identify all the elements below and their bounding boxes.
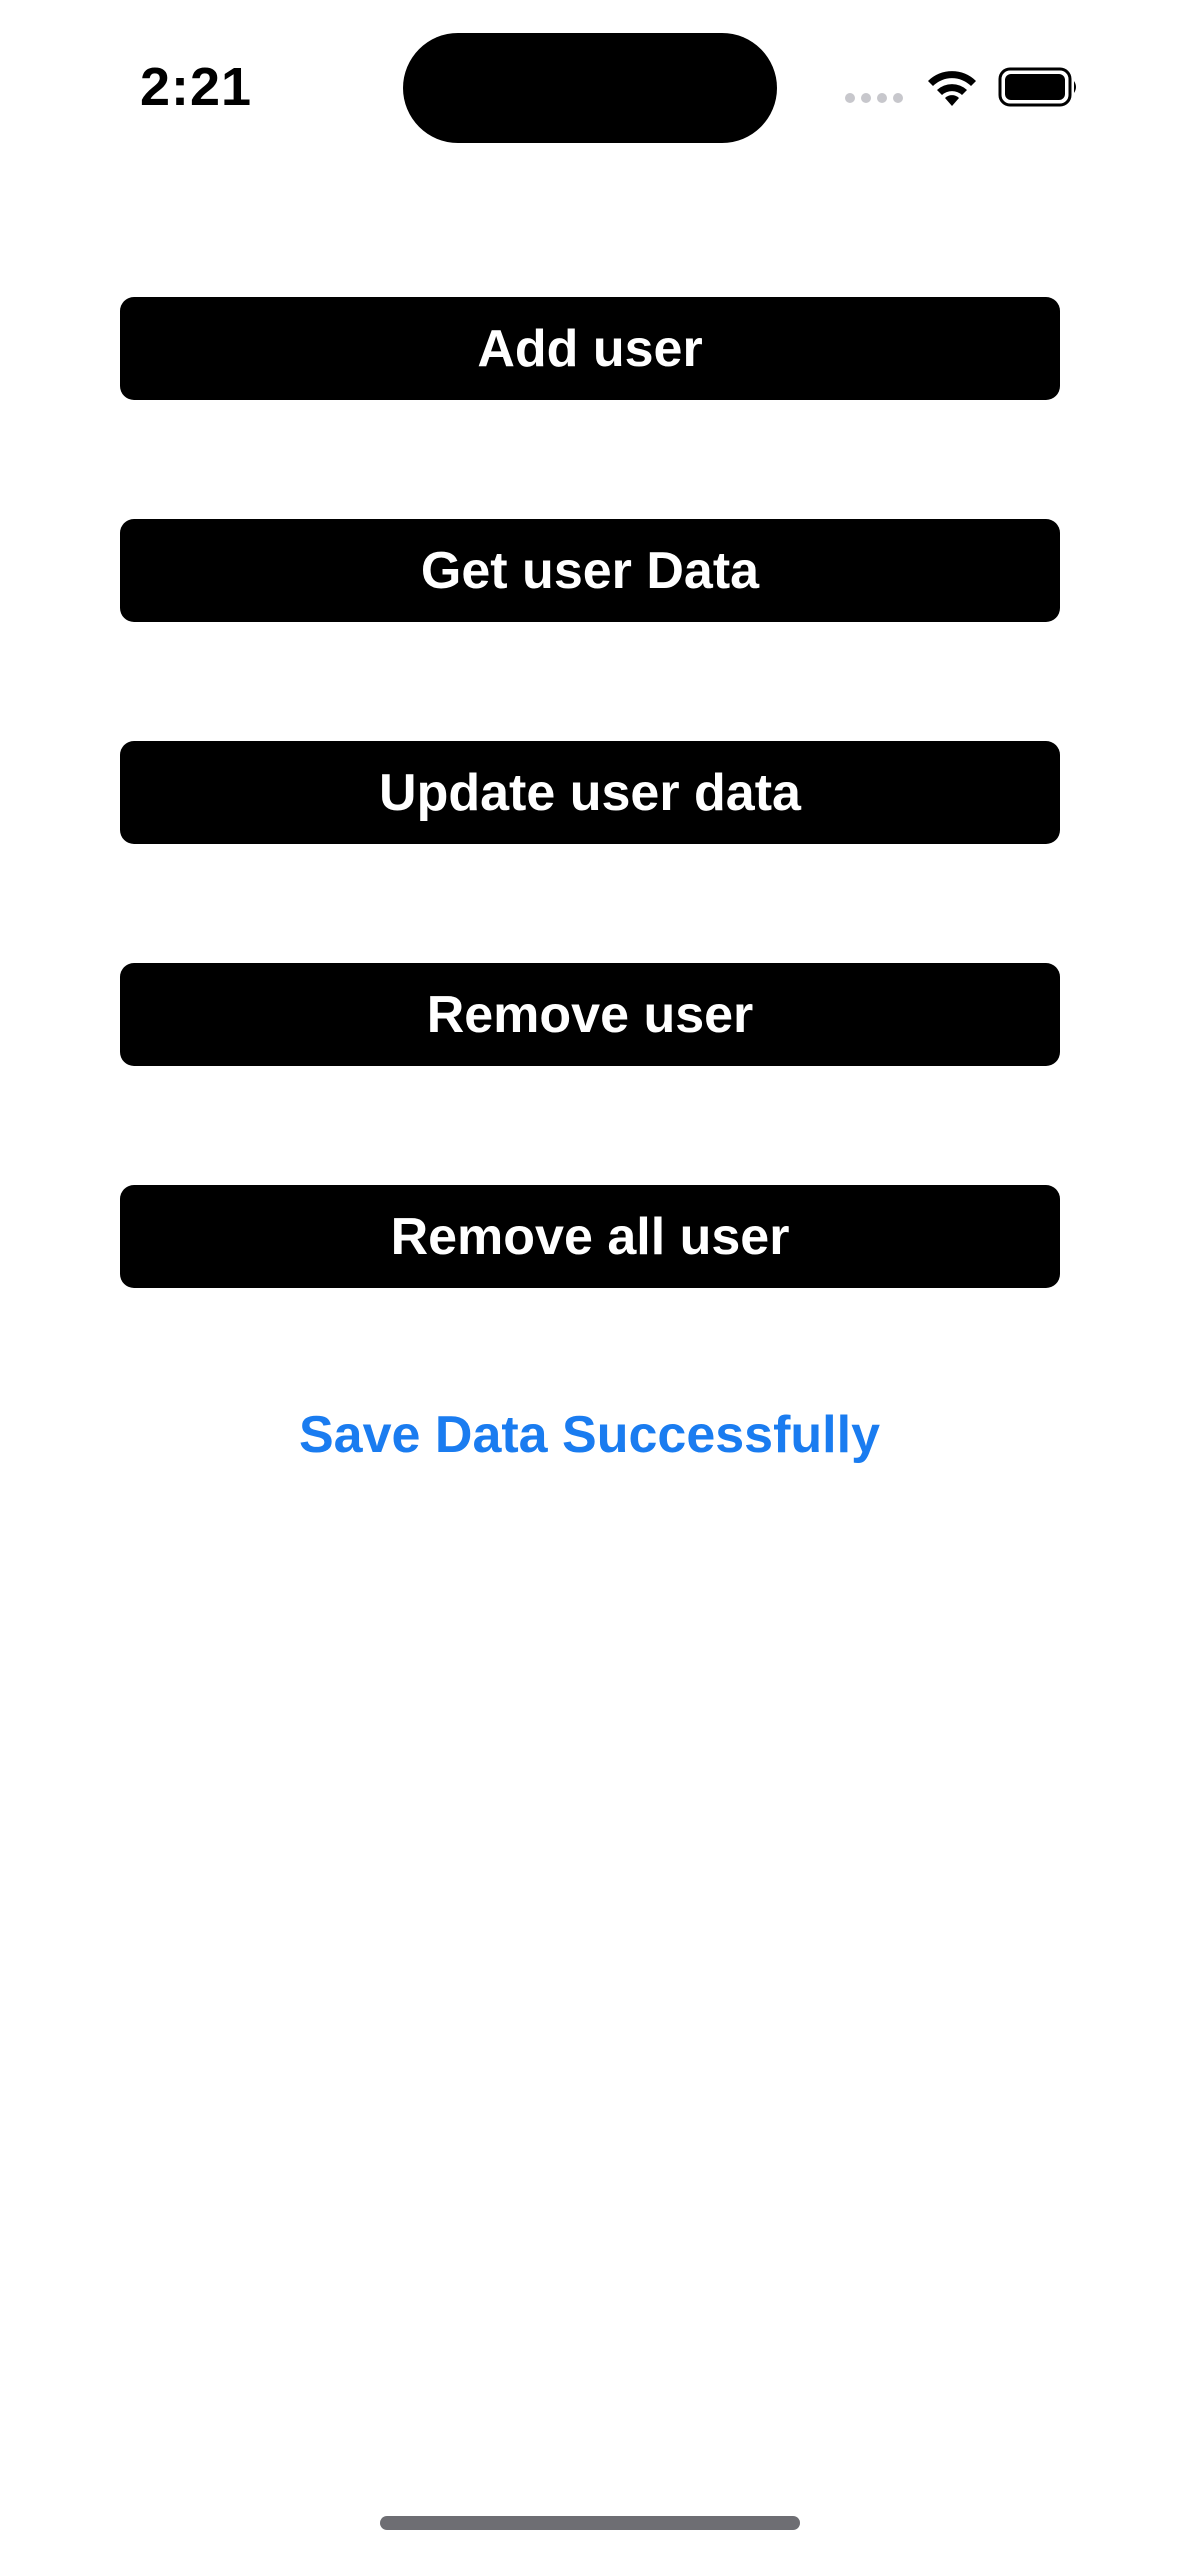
status-bar-time: 2:21 [140, 57, 253, 117]
battery-icon [998, 67, 1076, 107]
update-user-data-button[interactable]: Update user data [120, 741, 1060, 844]
cell-signal-icon [845, 92, 905, 104]
dynamic-island [403, 33, 777, 143]
get-user-data-button[interactable]: Get user Data [120, 519, 1060, 622]
remove-user-button[interactable]: Remove user [120, 963, 1060, 1066]
wifi-icon [928, 71, 976, 106]
add-user-button[interactable]: Add user [120, 297, 1060, 400]
home-indicator[interactable] [380, 2516, 800, 2530]
remove-all-user-button[interactable]: Remove all user [120, 1185, 1060, 1288]
status-message: Save Data Successfully [299, 1406, 880, 1464]
